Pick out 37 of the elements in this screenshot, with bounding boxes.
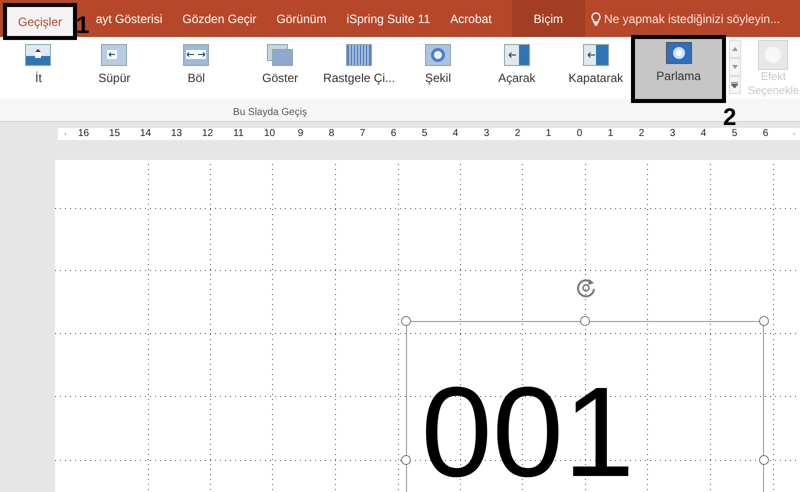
callout-number: 2 [722, 106, 736, 130]
ribbon-tab[interactable]: Biçim [512, 0, 585, 37]
ribbon-tab[interactable]: Gözden Geçir [172, 0, 266, 37]
screen-arrow-left-icon [101, 44, 128, 66]
transition-option[interactable]: İt [0, 40, 77, 98]
resize-handle[interactable] [401, 455, 411, 465]
scroll-up-icon[interactable] [728, 40, 741, 58]
scroll-down-icon[interactable] [728, 58, 741, 76]
resize-handle[interactable] [401, 316, 411, 326]
ribbon-tab[interactable]: Acrobat [440, 0, 502, 37]
transition-option[interactable]: Parlama [634, 38, 723, 100]
glowing-square-icon [758, 40, 788, 70]
callout-number: 1 [76, 14, 90, 38]
ribbon-tab[interactable]: Geçişler [6, 6, 74, 37]
resize-handle[interactable] [759, 455, 769, 465]
transition-option[interactable]: Şekil [400, 40, 476, 98]
transition-option[interactable]: Böl [158, 40, 235, 98]
group-label: Bu Slayda Geçiş [233, 107, 307, 118]
stacked-screens-icon [267, 44, 294, 66]
rotate-handle-icon[interactable] [575, 277, 597, 299]
transition-option[interactable]: Açarak [478, 40, 556, 98]
resize-handle[interactable] [759, 316, 769, 326]
circle-shape-icon [424, 44, 451, 66]
ribbon-tab[interactable]: iSpring Suite 11 [336, 0, 440, 37]
transition-option[interactable]: Rastgele Çi... [320, 40, 398, 98]
slide-text: 001 [421, 382, 635, 484]
resize-handle[interactable] [580, 316, 590, 326]
lightbulb-icon [591, 12, 601, 26]
vertical-bars-icon [346, 44, 372, 66]
ribbon-tab[interactable]: Görünüm [266, 0, 336, 37]
screen-arrow-up-icon [25, 44, 52, 66]
search-field[interactable]: Ne yapmak istediğinizi söyleyin... [604, 10, 800, 28]
transition-option[interactable]: Göster [242, 40, 319, 98]
glowing-square-icon [666, 42, 692, 64]
transition-option[interactable]: Süpür [76, 40, 153, 98]
screen-split-arrows-icon [183, 44, 210, 66]
expand-gallery-icon[interactable] [728, 76, 741, 94]
